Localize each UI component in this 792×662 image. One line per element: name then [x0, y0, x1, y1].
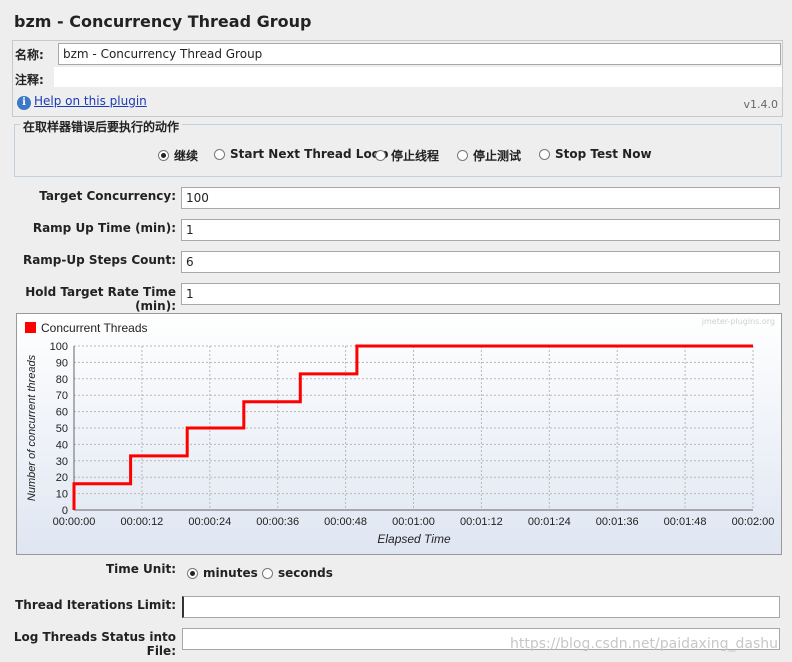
x-axis-label: Elapsed Time — [377, 532, 451, 546]
radio-stop-test[interactable]: 停止测试 — [457, 147, 521, 164]
chart-watermark: jmeter-plugins.org — [701, 317, 775, 326]
target-concurrency-label: Target Concurrency: — [39, 189, 176, 203]
radio-continue[interactable]: 继续 — [158, 147, 198, 164]
y-tick-label: 100 — [50, 341, 68, 353]
x-tick-label: 00:00:12 — [120, 516, 163, 528]
x-tick-label: 00:00:00 — [53, 516, 96, 528]
name-comment-panel: 名称: bzm - Concurrency Thread Group 注释: i… — [12, 40, 783, 117]
radio-seconds-indicator[interactable] — [262, 567, 273, 579]
y-tick-label: 70 — [56, 390, 68, 402]
radio-seconds[interactable]: seconds — [262, 566, 333, 580]
y-tick-label: 80 — [56, 374, 68, 386]
log-status-label: Log Threads Status into File: — [13, 630, 176, 658]
x-tick-label: 00:01:12 — [460, 516, 503, 528]
concurrency-chart: Concurrent Threads jmeter-plugins.org 01… — [16, 313, 782, 555]
ramp-up-steps-field[interactable]: 6 — [181, 251, 780, 273]
help-link[interactable]: Help on this plugin — [34, 94, 147, 108]
chart-svg: Concurrent Threads jmeter-plugins.org 01… — [17, 314, 781, 554]
info-icon: i — [17, 96, 31, 110]
error-action-title: 在取样器错误后要执行的动作 — [20, 118, 183, 135]
y-tick-label: 40 — [56, 439, 68, 451]
radio-minutes[interactable]: minutes — [187, 566, 258, 580]
name-label: 名称: — [15, 48, 44, 62]
x-tick-label: 00:02:00 — [732, 516, 775, 528]
radio-stop-test-now[interactable]: Stop Test Now — [539, 147, 652, 161]
radio-stop-test-indicator[interactable] — [457, 150, 468, 161]
y-tick-label: 20 — [56, 472, 68, 484]
page-title: bzm - Concurrency Thread Group — [14, 12, 312, 31]
x-tick-label: 00:00:36 — [256, 516, 299, 528]
ramp-up-time-label: Ramp Up Time (min): — [32, 221, 176, 235]
iterations-field[interactable] — [182, 596, 780, 618]
time-unit-label: Time Unit: — [105, 562, 176, 576]
x-tick-label: 00:00:48 — [324, 516, 367, 528]
y-tick-label: 60 — [56, 407, 68, 419]
footer-watermark: https://blog.csdn.net/paidaxing_dashu — [509, 636, 778, 652]
target-concurrency-field[interactable]: 100 — [181, 187, 780, 209]
y-tick-label: 50 — [56, 423, 68, 435]
x-tick-label: 00:01:00 — [392, 516, 435, 528]
radio-stop-thread[interactable]: 停止线程 — [375, 147, 439, 164]
y-tick-label: 30 — [56, 456, 68, 468]
radio-start-next-loop[interactable]: Start Next Thread Loop — [214, 147, 389, 161]
y-tick-label: 10 — [56, 489, 68, 501]
ramp-up-time-field[interactable]: 1 — [181, 219, 780, 241]
y-tick-label: 90 — [56, 357, 68, 369]
radio-minutes-indicator[interactable] — [187, 567, 198, 579]
radio-stop-thread-indicator[interactable] — [375, 150, 386, 161]
legend-label: Concurrent Threads — [41, 321, 148, 335]
hold-time-label: Hold Target Rate Time (min): — [25, 285, 176, 313]
radio-start-next-loop-indicator[interactable] — [214, 148, 225, 160]
version-label: v1.4.0 — [743, 98, 779, 111]
legend-swatch — [25, 322, 36, 333]
radio-continue-indicator[interactable] — [158, 150, 169, 161]
x-tick-label: 00:00:24 — [188, 516, 231, 528]
ramp-up-steps-label: Ramp-Up Steps Count: — [22, 253, 176, 267]
hold-time-field[interactable]: 1 — [181, 283, 780, 305]
comment-label: 注释: — [15, 73, 44, 87]
x-tick-label: 00:01:48 — [664, 516, 707, 528]
x-tick-label: 00:01:24 — [528, 516, 571, 528]
x-tick-label: 00:01:36 — [596, 516, 639, 528]
comment-field[interactable] — [54, 67, 782, 87]
name-field[interactable]: bzm - Concurrency Thread Group — [58, 43, 781, 65]
y-axis-label: Number of concurrent threads — [26, 354, 38, 501]
iterations-label: Thread Iterations Limit: — [15, 598, 176, 612]
radio-stop-test-now-indicator[interactable] — [539, 148, 550, 160]
